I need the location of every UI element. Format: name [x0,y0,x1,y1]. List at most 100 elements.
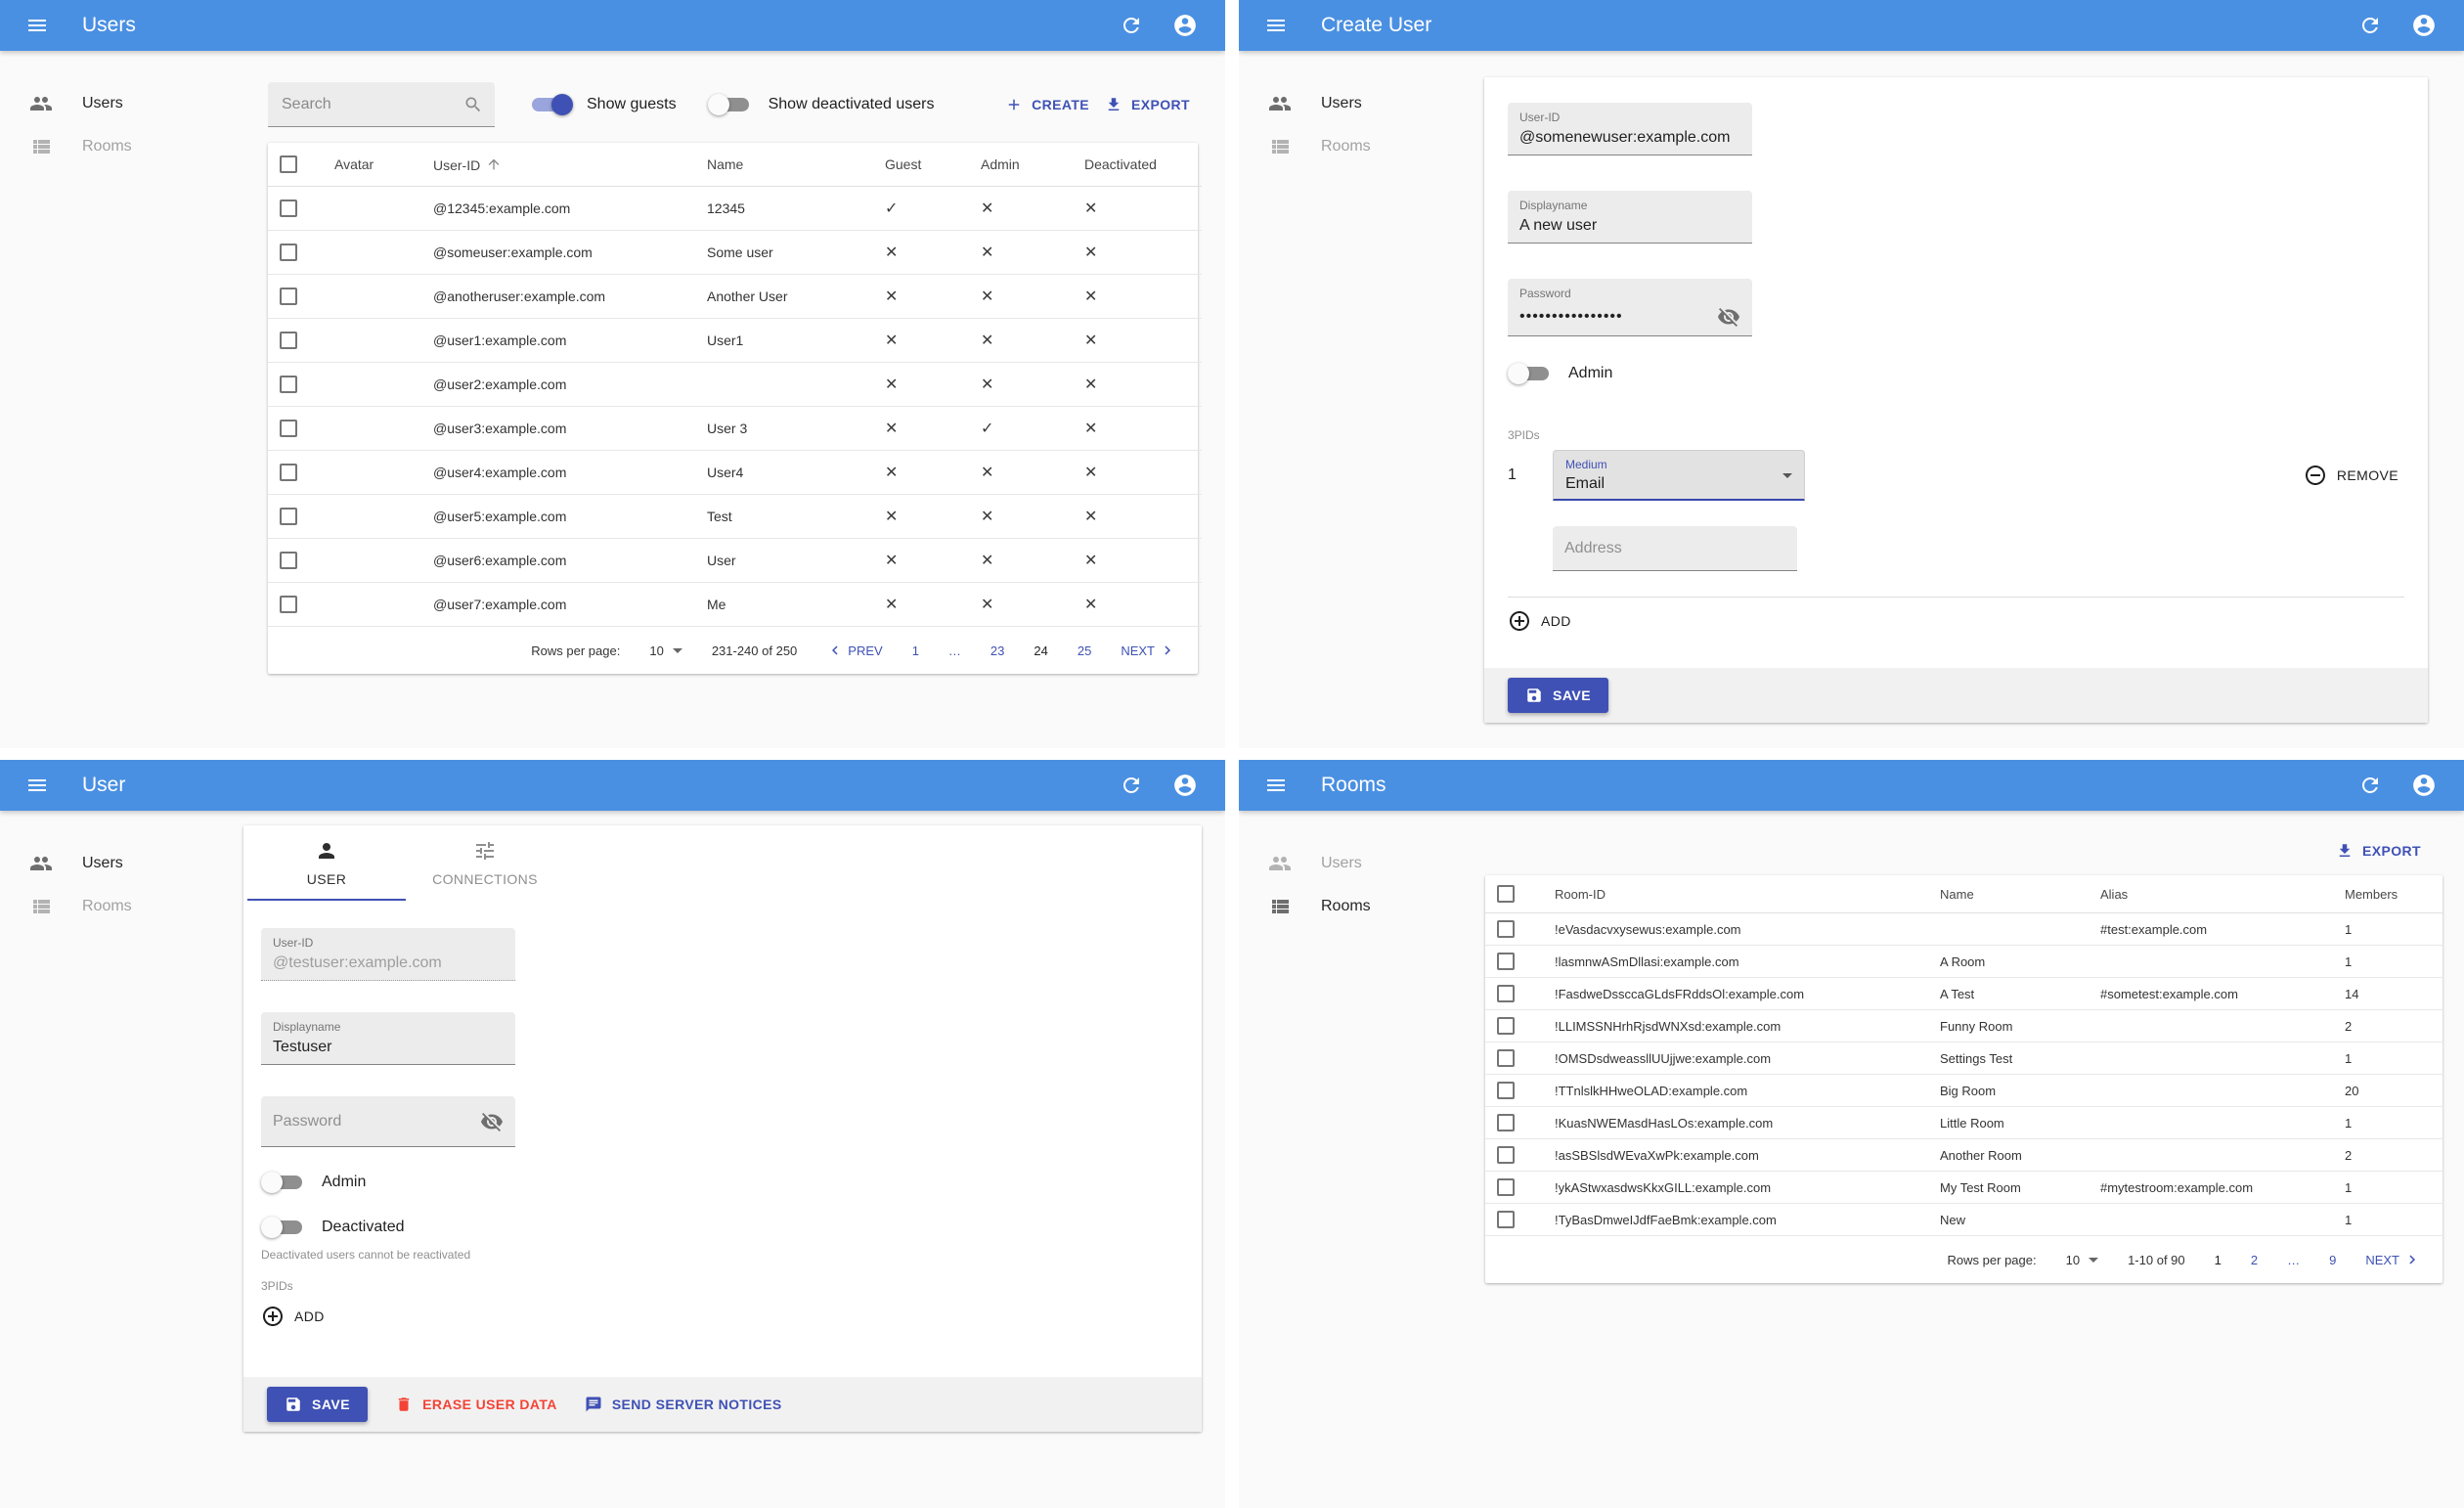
account-icon[interactable] [1172,773,1198,798]
menu-icon[interactable] [25,14,49,37]
row-checkbox[interactable] [280,420,297,438]
row-checkbox[interactable] [1497,1082,1515,1099]
row-checkbox[interactable] [1497,953,1515,970]
table-row[interactable]: !ykAStwxasdwsKkxGILL:example.com My Test … [1485,1171,2443,1204]
menu-icon[interactable] [1264,774,1288,797]
table-row[interactable]: !TTnlslkHHweOLAD:example.com Big Room 20 [1485,1074,2443,1107]
row-checkbox[interactable] [1497,1114,1515,1131]
page-button-25[interactable]: 25 [1078,643,1091,658]
row-checkbox[interactable] [1497,1146,1515,1164]
create-button[interactable]: CREATE [997,90,1097,119]
table-row[interactable]: @user6:example.com User ✕ ✕ ✕ [268,538,1202,584]
search-input[interactable] [282,95,463,113]
account-icon[interactable] [2411,13,2437,38]
add-3pid-button[interactable]: ADD [261,1305,325,1328]
table-row[interactable]: @user1:example.com User1 ✕ ✕ ✕ [268,318,1202,364]
table-row[interactable]: !KuasNWEMasdHasLOs:example.com Little Roo… [1485,1106,2443,1139]
refresh-icon[interactable] [1120,14,1143,37]
menu-icon[interactable] [1264,14,1288,37]
table-row[interactable]: @someuser:example.com Some user ✕ ✕ ✕ [268,230,1202,276]
sidebar-item-rooms[interactable]: Rooms [1239,885,1489,928]
add-3pid-button[interactable]: ADD [1508,609,1571,633]
account-icon[interactable] [1172,13,1198,38]
page-button-2[interactable]: 2 [2251,1253,2258,1267]
row-checkbox[interactable] [280,552,297,570]
refresh-icon[interactable] [2358,774,2382,797]
sidebar-item-rooms[interactable]: Rooms [1239,125,1489,168]
sidebar-item-rooms[interactable]: Rooms [0,885,250,928]
page-button-1[interactable]: 1 [912,643,919,658]
page-button-9[interactable]: 9 [2329,1253,2336,1267]
table-row[interactable]: !lasmnwASmDllasi:example.com A Room 1 [1485,945,2443,978]
sidebar-item-rooms[interactable]: Rooms [0,125,250,168]
row-checkbox[interactable] [1497,985,1515,1002]
visibility-off-icon[interactable] [480,1110,504,1133]
row-checkbox[interactable] [280,332,297,350]
row-checkbox[interactable] [1497,920,1515,938]
row-checkbox[interactable] [1497,1049,1515,1067]
table-row[interactable]: !FasdweDssccaGLdsFRddsOl:example.com A Te… [1485,977,2443,1010]
password-field[interactable]: Password •••••••••••••••• [1508,279,1752,336]
show-guests-switch[interactable] [526,93,573,116]
remove-3pid-button[interactable]: REMOVE [2304,464,2398,487]
erase-user-data-button[interactable]: ERASE USER DATA [395,1396,557,1413]
table-row[interactable]: !asSBSlsdWEvaXwPk:example.com Another Roo… [1485,1138,2443,1172]
row-checkbox[interactable] [1497,1178,1515,1196]
table-row[interactable]: !OMSDsdweassllUUjjwe:example.com Settings… [1485,1042,2443,1075]
row-checkbox[interactable] [280,200,297,218]
page-button-current[interactable]: 24 [1034,643,1047,658]
deactivated-switch[interactable] [261,1216,308,1239]
tab-connections[interactable]: CONNECTIONS [406,825,564,901]
table-row[interactable]: @user3:example.com User 3 ✕ ✓ ✕ [268,406,1202,452]
row-checkbox[interactable] [280,596,297,614]
save-button[interactable]: SAVE [1508,678,1609,713]
show-deactivated-switch[interactable] [707,93,755,116]
send-server-notices-button[interactable]: SEND SERVER NOTICES [585,1396,782,1413]
select-all-checkbox[interactable] [1497,885,1515,903]
select-all-checkbox[interactable] [280,155,297,174]
save-button[interactable]: SAVE [267,1387,369,1422]
address-field[interactable]: Address [1553,526,1797,571]
admin-switch[interactable] [1508,362,1555,385]
refresh-icon[interactable] [1120,774,1143,797]
row-checkbox[interactable] [1497,1017,1515,1035]
tab-user[interactable]: USER [247,825,406,901]
table-row[interactable]: !TyBasDmweIJdfFaeBmk:example.com New 1 [1485,1203,2443,1236]
account-icon[interactable] [2411,773,2437,798]
table-row[interactable]: !eVasdacvxysewus:example.com #test:exampl… [1485,912,2443,946]
table-row[interactable]: @user5:example.com Test ✕ ✕ ✕ [268,494,1202,540]
displayname-field[interactable]: Displayname Testuser [261,1012,515,1065]
admin-switch[interactable] [261,1171,308,1194]
password-field[interactable]: Password [261,1096,515,1147]
medium-select[interactable]: Medium Email [1553,450,1805,501]
sidebar-item-users[interactable]: Users [1239,842,1489,885]
menu-icon[interactable] [25,774,49,797]
table-row[interactable]: @12345:example.com 12345 ✓ ✕ ✕ [268,186,1202,232]
row-checkbox[interactable] [280,244,297,262]
export-button[interactable]: EXPORT [2328,836,2429,865]
visibility-off-icon[interactable] [1717,305,1740,329]
next-page-button[interactable]: NEXT [2365,1251,2421,1268]
row-checkbox[interactable] [280,288,297,306]
table-row[interactable]: @user2:example.com ✕ ✕ ✕ [268,362,1202,408]
displayname-field[interactable]: Displayname A new user [1508,191,1752,244]
table-row[interactable]: @user4:example.com User4 ✕ ✕ ✕ [268,450,1202,496]
refresh-icon[interactable] [2358,14,2382,37]
rows-per-page-select[interactable]: 10 [649,643,682,658]
row-checkbox[interactable] [1497,1211,1515,1228]
next-page-button[interactable]: NEXT [1121,642,1176,659]
table-row[interactable]: @user7:example.com Me ✕ ✕ ✕ [268,582,1202,628]
row-checkbox[interactable] [280,508,297,526]
row-checkbox[interactable] [280,376,297,394]
sidebar-item-users[interactable]: Users [1239,82,1489,125]
table-row[interactable]: @anotheruser:example.com Another User ✕ ✕ ✕ [268,274,1202,320]
rows-per-page-select[interactable]: 10 [2066,1253,2099,1267]
sidebar-item-users[interactable]: Users [0,82,250,125]
column-header-user-id[interactable]: User-ID [421,143,695,188]
sidebar-item-users[interactable]: Users [0,842,250,885]
prev-page-button[interactable]: PREV [826,642,883,659]
row-checkbox[interactable] [280,464,297,482]
page-button-23[interactable]: 23 [990,643,1004,658]
table-row[interactable]: !LLIMSSNHrhRjsdWNXsd:example.com Funny Ro… [1485,1009,2443,1042]
user-id-field[interactable]: User-ID @somenewuser:example.com [1508,103,1752,155]
